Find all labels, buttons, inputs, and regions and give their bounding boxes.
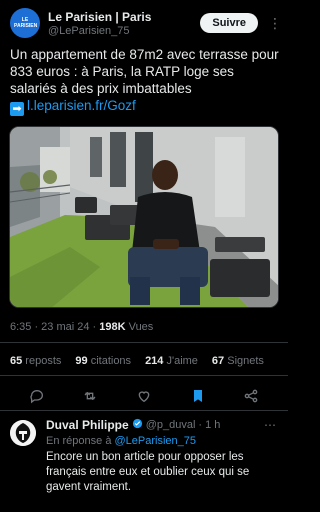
reply-time: · 1 h <box>198 419 221 431</box>
in-reply-mention[interactable]: @LeParisien_75 <box>115 435 197 447</box>
likes-stat[interactable]: 214 J'aime <box>145 355 198 367</box>
tweet-header: LE PARISIEN Le Parisien | Paris @LeParis… <box>10 8 282 38</box>
divider <box>0 342 288 343</box>
follow-button[interactable]: Suivre <box>200 13 258 33</box>
more-options-icon[interactable]: ⋮ <box>268 16 282 30</box>
tweet-meta: 6:35 · 23 mai 24 · 198K Vues <box>10 321 153 333</box>
terrace-photo <box>10 127 278 307</box>
tweet-photo[interactable] <box>9 126 279 308</box>
author-avatar[interactable]: LE PARISIEN <box>10 8 40 38</box>
in-reply-prefix: En réponse à <box>46 435 115 447</box>
arrow-right-icon: ➡ <box>10 102 24 116</box>
reply-head: Duval Philippe @p_duval · 1 h <box>46 418 280 432</box>
verified-badge-icon <box>132 418 143 432</box>
bookmark-icon[interactable] <box>188 386 208 406</box>
quotes-stat[interactable]: 99 citations <box>75 355 131 367</box>
tweet-body: Un appartement de 87m2 avec terrasse pou… <box>10 47 279 96</box>
divider <box>0 375 288 376</box>
repost-icon[interactable] <box>80 386 100 406</box>
tweet-time[interactable]: 6:35 · 23 mai 24 · <box>10 321 99 333</box>
more-options-icon[interactable]: ⋯ <box>264 418 276 432</box>
author-info[interactable]: Le Parisien | Paris @LeParisien_75 <box>48 10 200 37</box>
avatar-text: LE PARISIEN <box>14 17 38 29</box>
in-reply-to: En réponse à @LeParisien_75 <box>46 435 280 447</box>
reply-text: Encore un bon article pour opposer les f… <box>46 451 250 493</box>
reply-body: Duval Philippe @p_duval · 1 h En réponse… <box>46 418 280 495</box>
reply-icon[interactable] <box>27 386 47 406</box>
tweet-stats: 65 reposts 99 citations 214 J'aime 67 Si… <box>10 355 264 367</box>
reply-handle[interactable]: @p_duval <box>146 419 196 431</box>
reply-tweet[interactable]: ⋯ Duval Philippe @p_duval · 1 h En répon… <box>10 418 280 495</box>
views-label: Vues <box>125 321 154 333</box>
author-handle[interactable]: @LeParisien_75 <box>48 25 200 37</box>
reposts-stat[interactable]: 65 reposts <box>10 355 61 367</box>
tweet-link[interactable]: l.leparisien.fr/Gozf <box>27 98 136 113</box>
divider <box>0 410 288 411</box>
tweet-text: Un appartement de 87m2 avec terrasse pou… <box>10 46 282 116</box>
tweet-link-row: ➡ l.leparisien.fr/Gozf <box>10 97 282 116</box>
action-bar <box>0 384 288 408</box>
author-name[interactable]: Le Parisien | Paris <box>48 10 200 24</box>
heart-icon[interactable] <box>134 386 154 406</box>
share-icon[interactable] <box>241 386 261 406</box>
reply-avatar[interactable] <box>10 420 36 446</box>
bookmarks-stat[interactable]: 67 Signets <box>212 355 264 367</box>
reply-author-name[interactable]: Duval Philippe <box>46 418 129 432</box>
views-count: 198K <box>99 321 126 333</box>
